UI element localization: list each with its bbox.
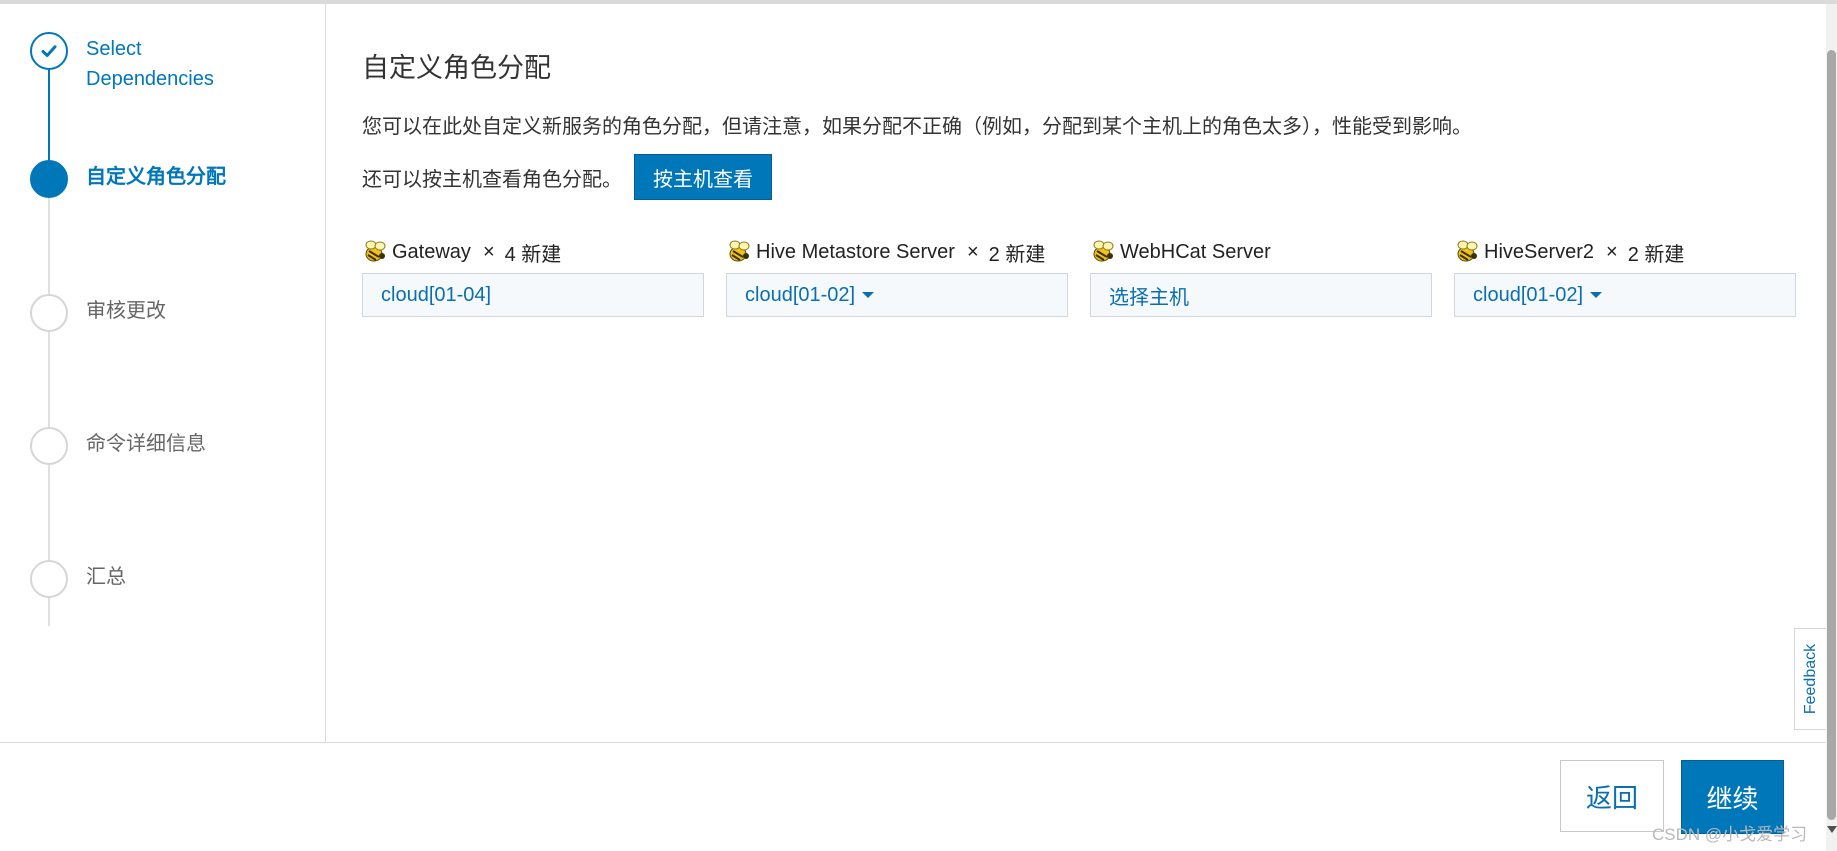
back-button[interactable]: 返回 xyxy=(1560,760,1664,832)
role-webhcat-server: WebHCat Server 选择主机 xyxy=(1090,237,1432,317)
role-gateway: Gateway × 4 新建 cloud[01-04] xyxy=(362,237,704,317)
step-label: 汇总 xyxy=(86,566,126,588)
hive-bee-icon xyxy=(365,240,386,262)
role-multiplier: × xyxy=(482,240,495,263)
role-multiplier: × xyxy=(966,240,979,263)
role-name: Gateway xyxy=(392,240,471,263)
host-view-line: 还可以按主机查看角色分配。 按主机查看 xyxy=(362,154,772,200)
feedback-tab[interactable]: Feedback xyxy=(1794,628,1828,730)
step-active-circle xyxy=(30,160,68,198)
role-host-dropdown[interactable]: cloud[01-02] xyxy=(726,273,1068,317)
wizard-steps: Select Dependencies 自定义角色分配 审核更改 命令详细信息 … xyxy=(0,4,326,742)
step-pending-circle xyxy=(30,560,68,598)
watermark: CSDN @小戈爱学习 xyxy=(1652,825,1808,844)
role-host-selector[interactable]: 选择主机 xyxy=(1090,273,1432,317)
role-header: HiveServer2 × 2 新建 xyxy=(1454,237,1796,267)
scrollbar-thumb[interactable] xyxy=(1827,50,1836,820)
hive-bee-icon xyxy=(1457,240,1478,262)
page-title: 自定义角色分配 xyxy=(362,53,551,83)
role-host-dropdown[interactable]: cloud[01-02] xyxy=(1454,273,1796,317)
role-host-selector[interactable]: cloud[01-04] xyxy=(362,273,704,317)
feedback-label: Feedback xyxy=(1802,643,1820,715)
step-pending-circle xyxy=(30,427,68,465)
check-icon xyxy=(41,45,57,57)
step-label: 审核更改 xyxy=(86,300,166,322)
role-header: Hive Metastore Server × 2 新建 xyxy=(726,237,1068,267)
role-multiplier: × xyxy=(1606,240,1618,263)
role-name: Hive Metastore Server xyxy=(756,240,955,263)
view-by-host-button[interactable]: 按主机查看 xyxy=(634,154,772,200)
role-hosts: cloud[01-04] xyxy=(381,283,492,306)
step-label: Select Dependencies xyxy=(86,38,214,90)
step-label: 自定义角色分配 xyxy=(86,166,226,188)
step-select-dependencies[interactable]: Select Dependencies xyxy=(30,32,246,94)
scroll-down-arrow-icon[interactable] xyxy=(1827,826,1837,833)
role-header: Gateway × 4 新建 xyxy=(362,237,704,267)
role-assignments: Gateway × 4 新建 cloud[01-04] Hive Metasto… xyxy=(362,237,1796,317)
role-hive-metastore-server: Hive Metastore Server × 2 新建 cloud[01-02… xyxy=(726,237,1068,317)
role-hosts: 选择主机 xyxy=(1109,286,1189,309)
role-name: WebHCat Server xyxy=(1120,240,1271,263)
step-complete-circle xyxy=(30,32,68,70)
hive-bee-icon xyxy=(1093,240,1114,262)
step-custom-role-assignment[interactable]: 自定义角色分配 xyxy=(30,160,226,198)
caret-down-icon xyxy=(1590,292,1603,298)
page: Select Dependencies 自定义角色分配 审核更改 命令详细信息 … xyxy=(0,0,1837,851)
role-hosts: cloud[01-02] xyxy=(1473,283,1584,306)
caret-down-icon xyxy=(862,292,875,298)
step-pending-circle xyxy=(30,294,68,332)
role-count: 2 新建 xyxy=(1627,243,1685,266)
host-view-text: 还可以按主机查看角色分配。 xyxy=(362,168,622,191)
role-name: HiveServer2 xyxy=(1484,240,1595,263)
step-summary[interactable]: 汇总 xyxy=(30,560,126,598)
role-header: WebHCat Server xyxy=(1090,237,1432,267)
role-count: 2 新建 xyxy=(988,243,1046,266)
step-label: 命令详细信息 xyxy=(86,433,206,455)
role-count: 4 新建 xyxy=(504,243,562,266)
role-hosts: cloud[01-02] xyxy=(745,283,856,306)
step-review-changes[interactable]: 审核更改 xyxy=(30,294,166,332)
scrollbar[interactable] xyxy=(1826,4,1837,851)
page-description: 您可以在此处自定义新服务的角色分配，但请注意，如果分配不正确（例如，分配到某个主… xyxy=(362,116,1472,138)
hive-bee-icon xyxy=(729,240,750,262)
role-hiveserver2: HiveServer2 × 2 新建 cloud[01-02] xyxy=(1454,237,1796,317)
wizard-footer: 返回 继续 xyxy=(0,742,1826,851)
step-command-details[interactable]: 命令详细信息 xyxy=(30,427,206,465)
